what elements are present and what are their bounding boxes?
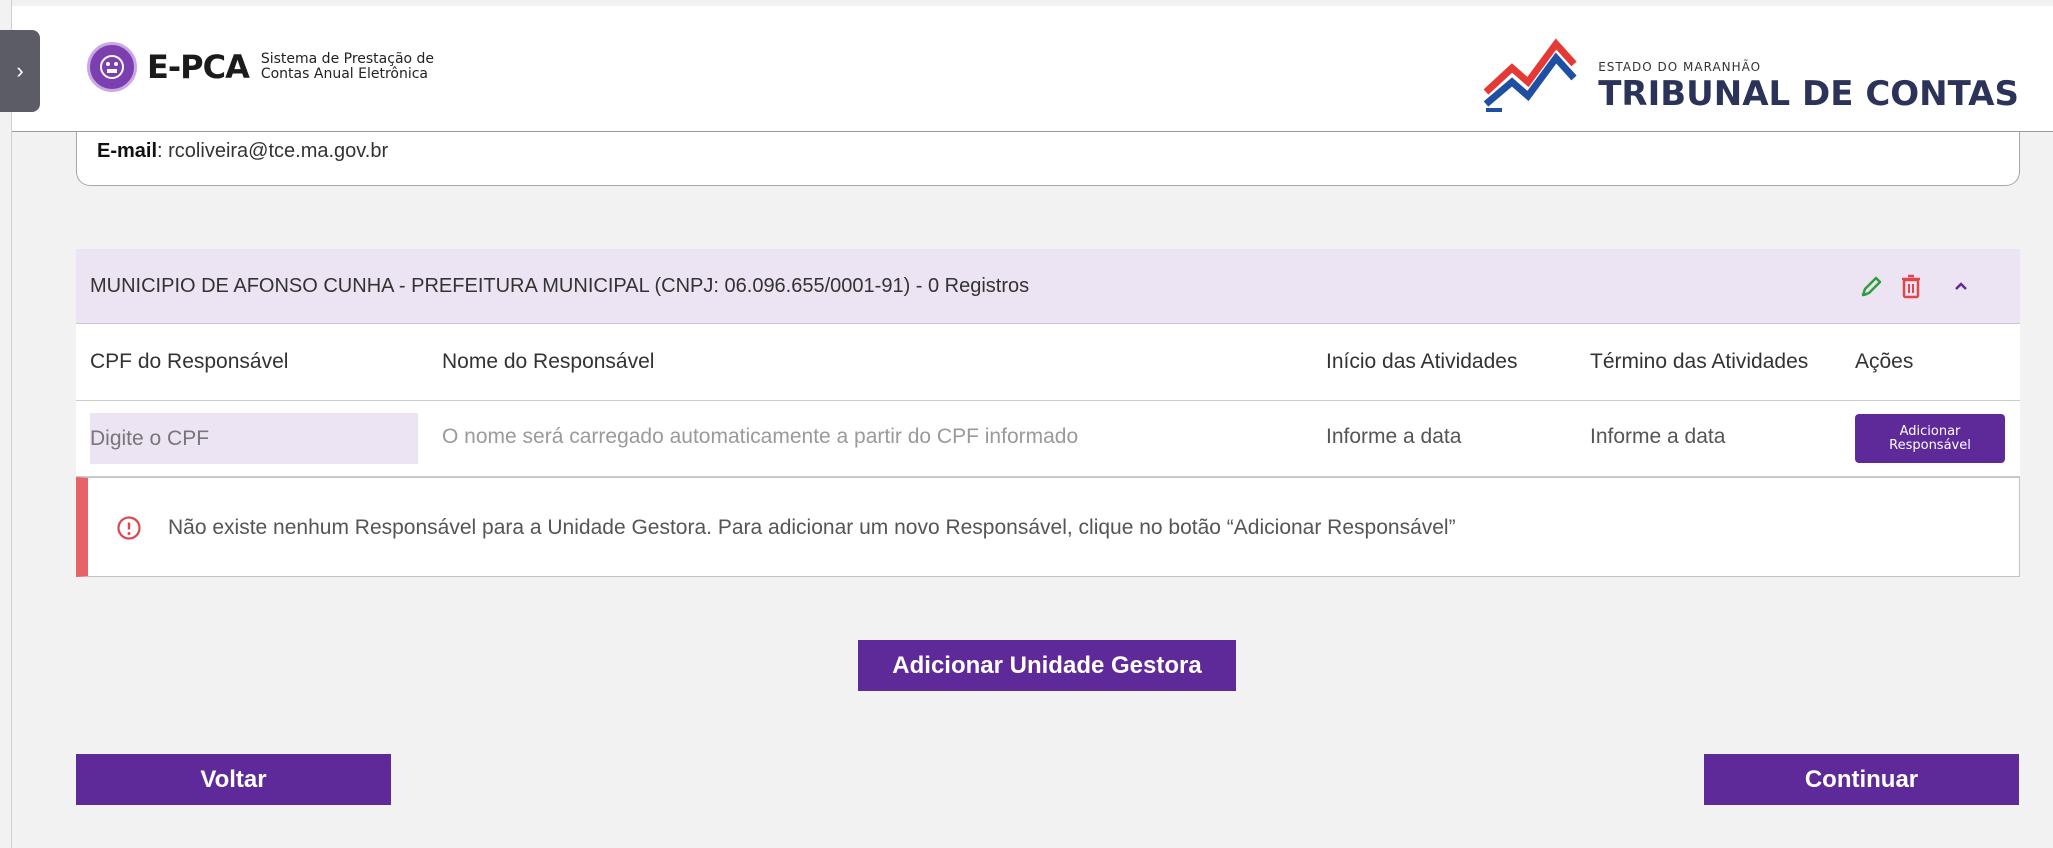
- column-header-cpf: CPF do Responsável: [90, 350, 289, 373]
- add-unit-button[interactable]: Adicionar Unidade Gestora: [858, 640, 1236, 691]
- email-label: E-mail: [97, 140, 158, 162]
- app-logo-text: E-PCA: [147, 48, 250, 86]
- responsible-table-header: CPF do Responsável Nome do Responsável I…: [76, 324, 2020, 401]
- edit-icon[interactable]: [1856, 272, 1886, 302]
- app-subtitle-line2: Contas Anual Eletrônica: [260, 66, 429, 82]
- warning-circle-icon: [117, 516, 141, 540]
- cpf-input[interactable]: [90, 413, 418, 464]
- trash-icon[interactable]: [1896, 272, 1926, 302]
- epca-logo[interactable]: E-PCA Sistema de Prestação de Contas Anu…: [87, 42, 434, 92]
- continue-button[interactable]: Continuar: [1704, 754, 2019, 805]
- add-responsible-button[interactable]: Adicionar Responsável: [1855, 414, 2005, 463]
- unit-section-title: MUNICIPIO DE AFONSO CUNHA - PREFEITURA M…: [90, 275, 1030, 297]
- email-line: E-mail: rcoliveira@tce.ma.gov.br: [97, 140, 388, 163]
- column-header-actions: Ações: [1855, 350, 1914, 373]
- add-responsible-label-line1: Adicionar: [1899, 423, 1961, 439]
- app-header: E-PCA Sistema de Prestação de Contas Anu…: [12, 0, 2053, 132]
- epca-emblem-icon: [87, 42, 137, 92]
- tribunal-logo: ESTADO DO MARANHÃO TRIBUNAL DE CONTAS: [1482, 36, 2019, 112]
- column-header-end: Término das Atividades: [1590, 350, 1809, 373]
- start-date-field[interactable]: Informe a data: [1326, 425, 1461, 449]
- add-responsible-label-line2: Responsável: [1889, 437, 1971, 453]
- org-state-label: ESTADO DO MARANHÃO: [1598, 60, 1762, 74]
- org-name: TRIBUNAL DE CONTAS: [1598, 74, 2019, 114]
- responsible-info-card: E-mail: rcoliveira@tce.ma.gov.br: [76, 132, 2020, 186]
- name-hint: O nome será carregado automaticamente a …: [442, 425, 1079, 448]
- chevron-up-icon[interactable]: [1946, 271, 1976, 301]
- back-button[interactable]: Voltar: [76, 754, 391, 805]
- table-row: O nome será carregado automaticamente a …: [76, 401, 2020, 477]
- column-header-name: Nome do Responsável: [442, 350, 655, 373]
- email-value: : rcoliveira@tce.ma.gov.br: [157, 140, 389, 162]
- app-subtitle: Sistema de Prestação de Contas Anual Ele…: [261, 52, 434, 82]
- chevron-right-icon: ›: [16, 58, 24, 83]
- sidebar-toggle-button[interactable]: ›: [0, 30, 40, 112]
- end-date-field[interactable]: Informe a data: [1590, 425, 1725, 449]
- empty-alert: Não existe nenhum Responsável para a Uni…: [76, 477, 2020, 577]
- left-rail: [0, 0, 12, 848]
- column-header-start: Início das Atividades: [1326, 350, 1518, 373]
- alert-message: Não existe nenhum Responsável para a Uni…: [168, 516, 1456, 539]
- tribunal-mark-icon: [1483, 38, 1577, 112]
- unit-section-header: MUNICIPIO DE AFONSO CUNHA - PREFEITURA M…: [76, 249, 2020, 324]
- app-subtitle-line1: Sistema de Prestação de: [260, 51, 435, 67]
